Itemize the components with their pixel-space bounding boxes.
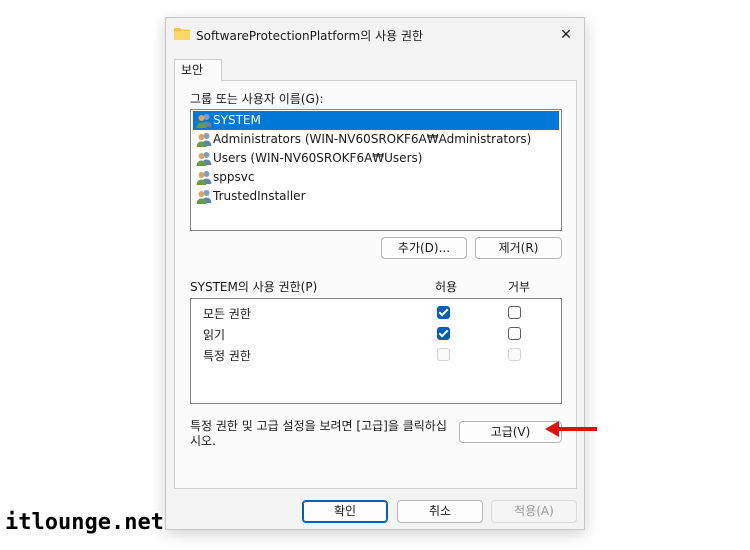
user-group-icon (196, 152, 212, 166)
cancel-button[interactable]: 취소 (397, 500, 483, 523)
close-icon: ✕ (560, 27, 572, 43)
user-group-icon (196, 114, 212, 128)
user-name: Users (WIN-NV60SROKF6A₩Users) (213, 151, 423, 165)
user-item-users[interactable]: Users (WIN-NV60SROKF6A₩Users) (193, 149, 559, 168)
permissions-list: 모든 권한 읽기 특정 권한 (190, 298, 562, 404)
arrow-left-icon (545, 421, 597, 437)
user-item-administrators[interactable]: Administrators (WIN-NV60SROKF6A₩Administ… (193, 130, 559, 149)
user-item-sppsvc[interactable]: sppsvc (193, 168, 559, 187)
user-name: sppsvc (213, 170, 255, 184)
close-button[interactable]: ✕ (552, 22, 580, 48)
add-button[interactable]: 추가(D)... (381, 237, 467, 259)
deny-checkbox[interactable] (508, 306, 521, 319)
tab-security[interactable]: 보안 (174, 59, 222, 81)
users-list[interactable]: SYSTEM Administrators (WIN-NV60SROKF6A₩A… (190, 109, 562, 231)
title-bar[interactable]: SoftwareProtectionPlatform의 사용 권한 ✕ (166, 18, 584, 52)
user-item-system[interactable]: SYSTEM (193, 111, 559, 130)
permissions-dialog: SoftwareProtectionPlatform의 사용 권한 ✕ 보안 그… (165, 17, 585, 530)
allow-checkbox (437, 348, 450, 361)
ok-button[interactable]: 확인 (302, 500, 388, 523)
permission-row-special: 특정 권한 (191, 344, 561, 365)
allow-checkbox[interactable] (437, 306, 450, 319)
security-panel: 그룹 또는 사용자 이름(G): SYSTEM Administrators (… (174, 80, 577, 489)
user-group-icon (196, 171, 212, 185)
user-group-icon (196, 133, 212, 147)
permission-row-full-control: 모든 권한 (191, 302, 561, 323)
permissions-label: SYSTEM의 사용 권한(P) (190, 280, 318, 294)
allow-column-header: 허용 (435, 280, 458, 294)
deny-column-header: 거부 (508, 280, 531, 294)
tab-security-label: 보안 (181, 63, 204, 77)
permission-name: 읽기 (203, 328, 226, 342)
user-group-icon (196, 190, 212, 204)
remove-button[interactable]: 제거(R) (475, 237, 562, 259)
deny-checkbox (508, 348, 521, 361)
user-name: SYSTEM (213, 113, 261, 127)
users-label: 그룹 또는 사용자 이름(G): (190, 92, 324, 106)
allow-checkbox[interactable] (437, 327, 450, 340)
permission-row-read: 읽기 (191, 323, 561, 344)
advanced-info-text: 특정 권한 및 고급 설정을 보려면 [고급]을 클릭하십시오. (190, 419, 447, 448)
deny-checkbox[interactable] (508, 327, 521, 340)
permission-name: 모든 권한 (203, 307, 251, 321)
user-name: TrustedInstaller (213, 189, 306, 203)
window-title: SoftwareProtectionPlatform의 사용 권한 (196, 29, 424, 43)
user-item-trustedinstaller[interactable]: TrustedInstaller (193, 187, 559, 206)
permission-name: 특정 권한 (203, 349, 251, 363)
user-name: Administrators (WIN-NV60SROKF6A₩Administ… (213, 132, 532, 146)
watermark: itlounge.net (5, 510, 164, 535)
folder-icon (174, 28, 190, 40)
apply-button: 적용(A) (491, 500, 577, 523)
